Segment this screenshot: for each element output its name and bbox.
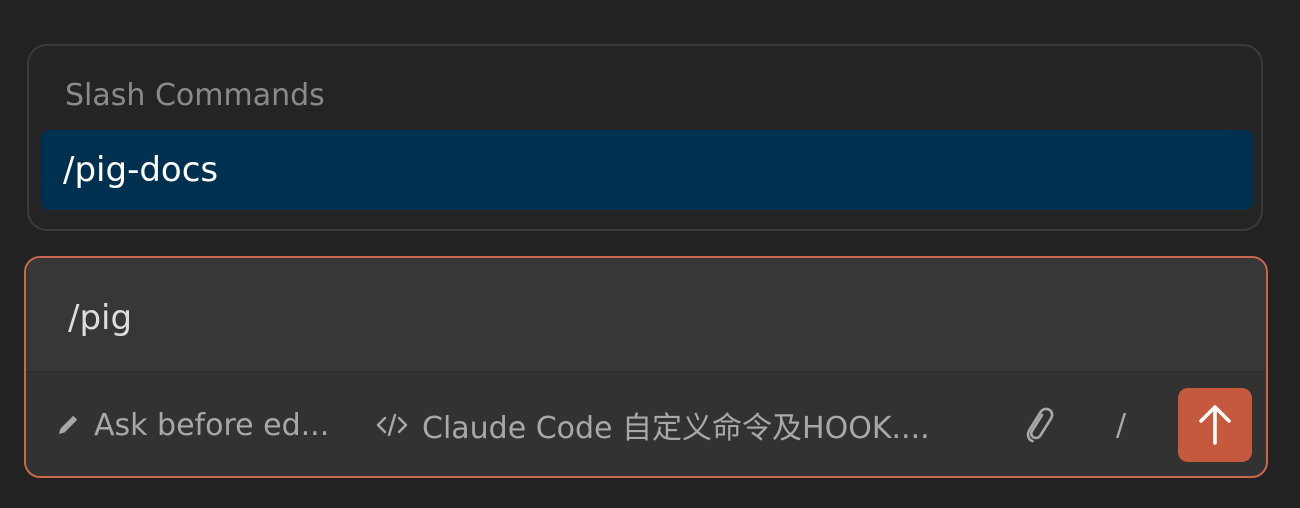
- send-button[interactable]: [1178, 388, 1252, 462]
- context-file-label: Claude Code 自定义命令及HOOK....: [422, 411, 930, 446]
- edit-mode-label: Ask before ed...: [94, 407, 330, 443]
- slash-command-button[interactable]: /: [1116, 372, 1127, 476]
- message-composer: /pig Ask before ed... Claude Code 自定义命令及…: [24, 256, 1268, 478]
- arrow-up-icon: [1195, 403, 1235, 447]
- slash-command-item-pig-docs[interactable]: /pig-docs: [41, 130, 1253, 210]
- paperclip-icon: [1020, 405, 1056, 445]
- slash-button-label: /: [1116, 407, 1127, 443]
- context-file-button[interactable]: Claude Code 自定义命令及HOOK....: [376, 372, 930, 476]
- pencil-icon: [56, 413, 80, 437]
- composer-toolbar: Ask before ed... Claude Code 自定义命令及HOOK.…: [26, 372, 1266, 476]
- code-icon: [376, 411, 408, 439]
- slash-command-label: /pig-docs: [63, 150, 219, 190]
- slash-commands-panel: Slash Commands /pig-docs: [27, 44, 1263, 231]
- slash-commands-header: Slash Commands: [65, 78, 325, 113]
- edit-mode-button[interactable]: Ask before ed...: [56, 372, 330, 476]
- prompt-input[interactable]: /pig: [26, 258, 1266, 372]
- attach-button[interactable]: [1020, 372, 1056, 476]
- prompt-input-text: /pig: [68, 298, 133, 338]
